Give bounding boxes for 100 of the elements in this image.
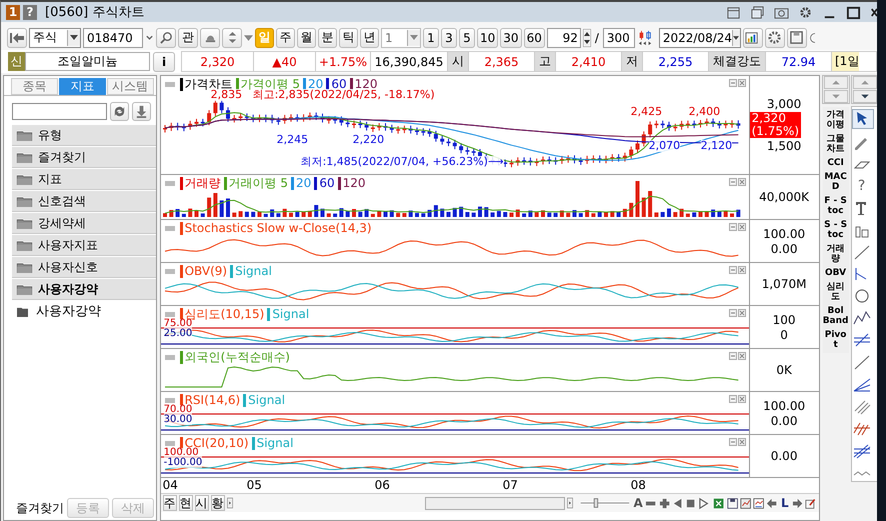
candle-arrows-icon[interactable]	[636, 30, 653, 46]
tree-item[interactable]: 사용자강약	[4, 301, 156, 321]
market-select[interactable]: 주식	[29, 28, 81, 48]
slider-thumb[interactable]	[594, 498, 598, 508]
pane-minimize-icon[interactable]	[728, 266, 737, 274]
indicator-button[interactable]: Bol Band	[822, 304, 849, 328]
legend-label[interactable]: Stochastics Slow w-Close(14,3)	[180, 222, 372, 235]
pane-close-icon[interactable]	[738, 309, 746, 317]
help-button[interactable]: ?	[23, 4, 37, 20]
save-button[interactable]	[786, 28, 807, 48]
pane-close-icon[interactable]	[738, 223, 746, 231]
tool-icon[interactable]	[805, 496, 816, 510]
interval-select[interactable]: 1	[381, 28, 421, 48]
play-icon[interactable]	[698, 496, 710, 510]
indicator-button[interactable]: S - Stoc	[822, 218, 849, 242]
play-back-icon[interactable]	[672, 496, 684, 510]
count-field[interactable]: 92	[546, 28, 581, 48]
spinner-icon[interactable]	[582, 28, 591, 46]
folder-item[interactable]: 사용자강약	[12, 279, 156, 300]
pane-minimize-icon[interactable]	[728, 309, 737, 317]
scroll-right-icon[interactable]	[567, 496, 574, 510]
folder-item[interactable]: 즐겨찾기	[12, 147, 156, 168]
legend-label[interactable]: 거래량	[180, 177, 221, 190]
zoom-slider[interactable]	[579, 496, 631, 510]
up-down-button[interactable]	[222, 28, 242, 48]
minute-button[interactable]: 5	[459, 28, 475, 48]
sidebar-tab[interactable]: 지표	[58, 78, 106, 95]
minute-button[interactable]: 60	[524, 28, 545, 48]
sidebar-tab[interactable]: 종목	[11, 78, 58, 95]
info-button[interactable]: i	[153, 52, 175, 72]
latest-button[interactable]: L	[780, 496, 790, 510]
right-arrow-icon[interactable]	[792, 496, 804, 510]
indicator-button[interactable]: OBV	[822, 266, 849, 280]
pane-minimize-icon[interactable]	[728, 438, 737, 446]
minute-button[interactable]: 10	[477, 28, 498, 48]
folder-item[interactable]: 사용자신호	[12, 257, 156, 278]
pane-handle-icon[interactable]	[164, 312, 175, 317]
period-tab[interactable]: 주	[276, 28, 295, 48]
pane-minimize-icon[interactable]	[728, 223, 737, 231]
chart-icon[interactable]	[753, 496, 764, 510]
refresh-button[interactable]	[110, 102, 129, 121]
period-tab[interactable]: 틱	[339, 28, 358, 48]
chevron-down-icon[interactable]	[145, 32, 154, 42]
indicator-button[interactable]: 그물차트	[822, 132, 849, 156]
pane-close-icon[interactable]	[738, 395, 746, 403]
favorites-label[interactable]: 즐겨찾기	[16, 500, 64, 516]
zigzag-tool-icon[interactable]	[852, 309, 872, 327]
period-tab[interactable]: 분	[318, 28, 337, 48]
indicator-button[interactable]: F - Stoc	[822, 194, 849, 218]
pane-minimize-icon[interactable]	[728, 79, 737, 87]
indicator-button[interactable]: 거래량	[822, 242, 849, 266]
settings-icon[interactable]	[798, 4, 813, 20]
bottom-tab[interactable]: 황	[210, 495, 225, 511]
minute-button[interactable]: 30	[500, 28, 522, 48]
date-select[interactable]: 2022/08/24	[658, 28, 741, 48]
pane-handle-icon[interactable]	[164, 82, 175, 87]
copy-window-icon[interactable]	[750, 4, 765, 20]
scrollbar[interactable]	[424, 496, 565, 510]
bell-button[interactable]	[200, 28, 220, 48]
folder-item[interactable]: 강세약세	[12, 213, 156, 234]
left-arrow-icon[interactable]	[766, 496, 778, 510]
search-field[interactable]	[12, 103, 107, 120]
pane-handle-icon[interactable]	[164, 181, 175, 186]
indicator-button[interactable]: CCI	[822, 156, 849, 170]
pane-handle-icon[interactable]	[164, 269, 175, 274]
save-icon[interactable]	[726, 496, 738, 510]
folder-item[interactable]: 사용자지표	[12, 235, 156, 256]
bottom-tab[interactable]: 현	[178, 495, 193, 511]
bottom-tab[interactable]: 시	[194, 495, 209, 511]
legend-label[interactable]: 60	[314, 177, 335, 190]
pane-close-icon[interactable]	[738, 438, 746, 446]
minute-button[interactable]: 1	[423, 28, 439, 48]
folder-item[interactable]: 유형	[12, 125, 156, 146]
indicator-button[interactable]: 가격이평	[822, 108, 849, 132]
scroll-right-icon[interactable]	[226, 496, 233, 510]
indicator-button[interactable]: Pivot	[822, 328, 849, 352]
cursor-icon[interactable]	[852, 109, 874, 129]
pane-handle-icon[interactable]	[164, 398, 175, 403]
sidebar-tab[interactable]: 시스템	[106, 78, 154, 95]
plus-icon[interactable]	[658, 496, 670, 510]
parallel-tool-icon[interactable]	[852, 331, 872, 349]
pane-handle-icon[interactable]	[164, 226, 175, 231]
indicator-button[interactable]: MACD	[822, 170, 849, 194]
dropdown-arrow-icon[interactable]	[244, 32, 253, 42]
search-button[interactable]	[156, 28, 176, 48]
spreadsheet-icon[interactable]	[713, 496, 725, 510]
legend-label[interactable]: OBV(9)	[180, 265, 228, 278]
pane-handle-icon[interactable]	[164, 441, 175, 446]
pane-minimize-icon[interactable]	[728, 178, 737, 186]
period-tab[interactable]: 년	[360, 28, 379, 48]
chart-icon[interactable]	[740, 496, 752, 510]
pane-handle-icon[interactable]	[164, 355, 175, 360]
folder-item[interactable]: 지표	[12, 169, 156, 190]
pane-close-icon[interactable]	[738, 79, 746, 87]
maximize-icon[interactable]	[846, 4, 861, 20]
period-tab[interactable]: 월	[297, 28, 316, 48]
total-count-field[interactable]: 300	[602, 28, 635, 48]
bottom-tab[interactable]: 주	[162, 495, 177, 511]
legend-label[interactable]: 가격차트	[180, 78, 233, 91]
first-page-button[interactable]	[7, 28, 27, 48]
